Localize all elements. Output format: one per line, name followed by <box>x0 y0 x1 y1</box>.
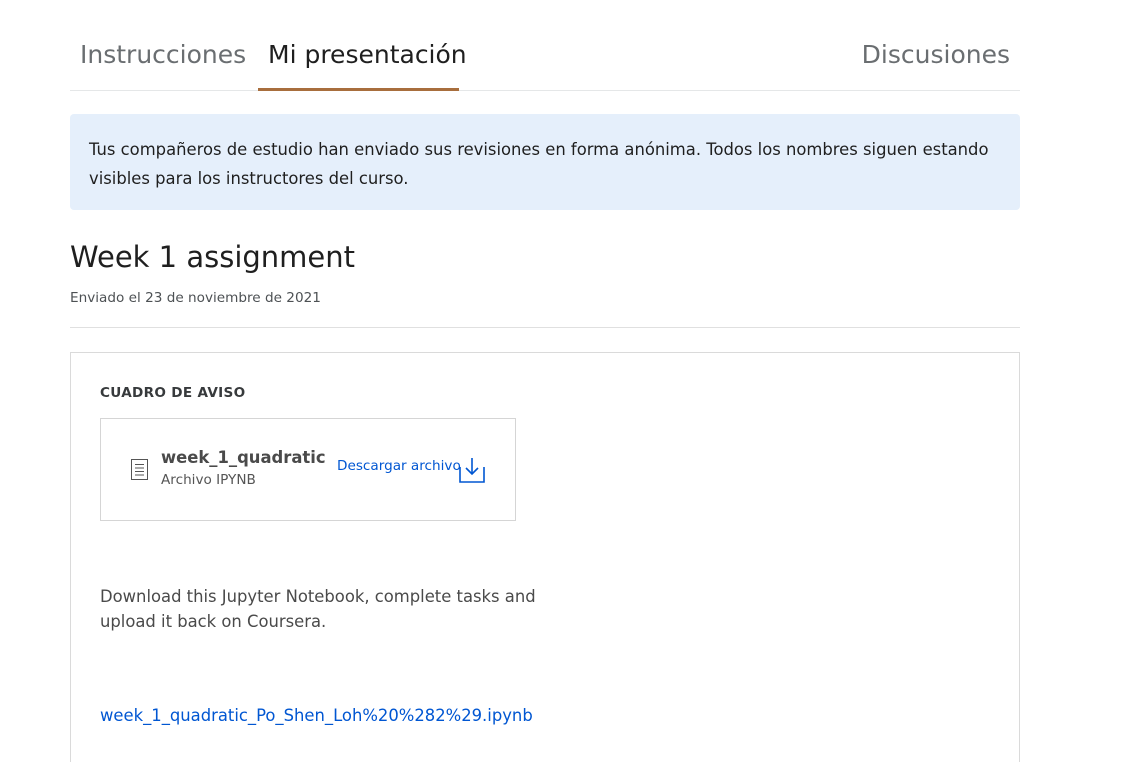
tab-my-submission[interactable]: Mi presentación <box>268 38 467 72</box>
download-icon[interactable] <box>458 457 486 484</box>
tab-instructions[interactable]: Instrucciones <box>80 38 246 72</box>
file-attachment: week_1_quadratic Archivo IPYNB Descargar… <box>100 418 516 521</box>
download-file-link[interactable]: Descargar archivo <box>337 458 461 474</box>
file-name: week_1_quadratic <box>161 448 326 467</box>
document-icon <box>131 459 148 480</box>
tab-bar: Instrucciones Mi presentación Discusione… <box>70 0 1020 91</box>
submission-card: CUADRO DE AVISO week_1_quadratic Archivo… <box>70 352 1020 762</box>
submission-date: Enviado el 23 de noviembre de 2021 <box>70 290 321 306</box>
page: Instrucciones Mi presentación Discusione… <box>0 0 1148 762</box>
active-tab-indicator <box>258 88 459 91</box>
tab-discussions[interactable]: Discusiones <box>862 38 1010 72</box>
file-type: Archivo IPYNB <box>161 472 256 488</box>
section-label: CUADRO DE AVISO <box>100 385 246 401</box>
assignment-description: Download this Jupyter Notebook, complete… <box>100 587 536 631</box>
submitted-file-link[interactable]: week_1_quadratic_Po_Shen_Loh%20%282%29.i… <box>100 706 533 725</box>
anonymous-review-notice: Tus compañeros de estudio han enviado su… <box>70 114 1020 210</box>
assignment-title: Week 1 assignment <box>70 240 356 274</box>
divider <box>70 327 1020 328</box>
